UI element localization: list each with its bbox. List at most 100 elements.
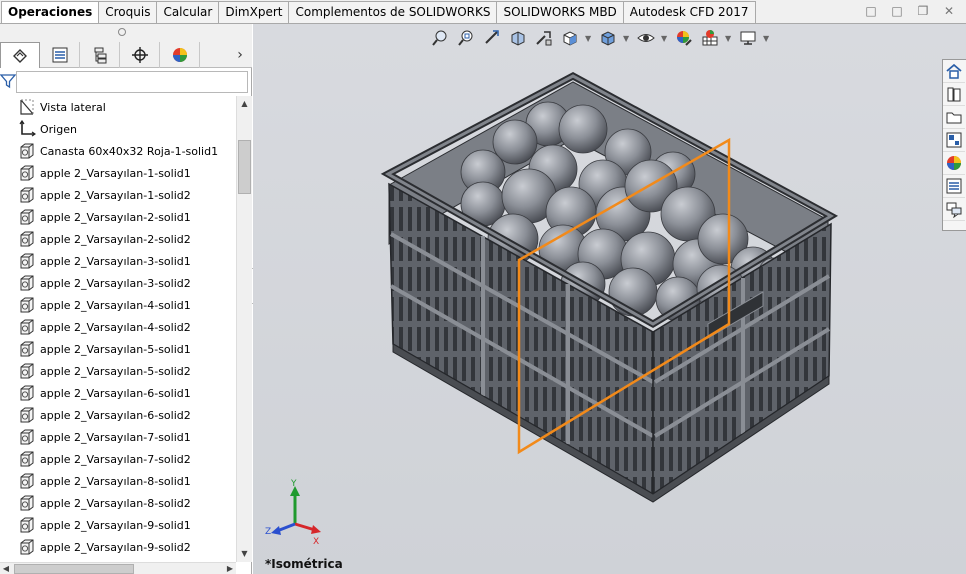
solid-body-icon [18, 472, 36, 490]
tree-item-label: Vista lateral [40, 100, 106, 114]
appearances-tab[interactable] [943, 152, 965, 175]
filter-row [0, 70, 250, 94]
dimxpert-manager-tab[interactable] [120, 42, 160, 68]
zoom-to-fit-button[interactable] [429, 27, 451, 49]
tab-complementos-de-solidworks[interactable]: Complementos de SOLIDWORKS [288, 1, 498, 23]
restore-window-icon[interactable]: ❐ [914, 3, 932, 19]
view-orientation-button[interactable] [559, 27, 581, 49]
hide-show-items-button[interactable] [635, 27, 657, 49]
hide-show-dropdown-icon[interactable]: ▼ [661, 34, 669, 43]
forum-tab[interactable] [943, 198, 965, 221]
view-settings-dropdown-icon[interactable]: ▼ [763, 34, 771, 43]
view-palette-tab[interactable] [943, 129, 965, 152]
apply-scene-button[interactable] [699, 27, 721, 49]
tree-item-label: apple 2_Varsayılan-3-solid2 [40, 276, 191, 290]
tree-item[interactable]: apple 2_Varsayılan-5-solid1 [0, 338, 236, 360]
tree-item[interactable]: apple 2_Varsayılan-6-solid1 [0, 382, 236, 404]
tree-item[interactable]: apple 2_Varsayılan-2-solid2 [0, 228, 236, 250]
tree-item[interactable]: Origen [0, 118, 236, 140]
configuration-manager-icon [94, 47, 106, 64]
scroll-down-arrow-icon[interactable]: ▼ [237, 546, 252, 562]
solidworks-resources-tab[interactable] [943, 60, 965, 83]
display-style-icon [601, 31, 615, 46]
tree-item[interactable]: apple 2_Varsayılan-8-solid2 [0, 492, 236, 514]
filter-icon[interactable] [0, 73, 16, 89]
tree-item[interactable]: apple 2_Varsayılan-8-solid1 [0, 470, 236, 492]
tree-item-label: apple 2_Varsayılan-4-solid2 [40, 320, 191, 334]
tree-item[interactable]: apple 2_Varsayılan-1-solid2 [0, 184, 236, 206]
more-tabs-chevron-icon[interactable]: › [228, 42, 252, 67]
configuration-manager-tab[interactable] [80, 42, 120, 68]
dynamic-annotation-button[interactable] [533, 27, 555, 49]
tree-item-label: apple 2_Varsayılan-9-solid2 [40, 540, 191, 554]
appearances-icon [947, 156, 961, 170]
scroll-right-arrow-icon[interactable]: ▶ [224, 563, 236, 574]
custom-properties-tab[interactable] [943, 175, 965, 198]
apply-scene-dropdown-icon[interactable]: ▼ [725, 34, 733, 43]
crosshair-icon [131, 47, 148, 63]
close-window-icon[interactable]: ✕ [940, 3, 958, 19]
section-view-button[interactable] [507, 27, 529, 49]
zoom-to-area-button[interactable] [455, 27, 477, 49]
view-palette-icon [946, 132, 962, 148]
apply-scene-icon [702, 30, 718, 46]
tree-item[interactable]: apple 2_Varsayılan-5-solid2 [0, 360, 236, 382]
tree-item-label: apple 2_Varsayılan-1-solid2 [40, 188, 191, 202]
tree-vertical-scrollbar[interactable]: ▲ ▼ [236, 96, 252, 562]
previous-window-icon[interactable]: □ [862, 3, 880, 19]
heads-up-view-toolbar: ▼ ▼ ▼ ▼ ▼ [429, 27, 771, 49]
file-explorer-tab[interactable] [943, 106, 965, 129]
tree-item-label: apple 2_Varsayılan-7-solid2 [40, 452, 191, 466]
view-orientation-label: *Isométrica [265, 557, 343, 571]
zoom-to-fit-icon [432, 30, 447, 46]
tab-operaciones[interactable]: Operaciones [1, 1, 100, 23]
tab-solidworks-mbd[interactable]: SOLIDWORKS MBD [496, 1, 624, 23]
tree-item[interactable]: apple 2_Varsayılan-3-solid1 [0, 250, 236, 272]
tree-item-label: Origen [40, 122, 77, 136]
plane-icon [18, 98, 36, 116]
display-style-button[interactable] [597, 27, 619, 49]
graphics-viewport[interactable]: Y X Z ▼ ▼ ▼ ▼ ▼ *Isométrica [253, 24, 966, 574]
tree-item[interactable]: apple 2_Varsayılan-4-solid2 [0, 316, 236, 338]
property-manager-tab[interactable] [40, 42, 80, 68]
folder-icon [946, 112, 962, 124]
scroll-thumb[interactable] [238, 140, 251, 194]
tree-item[interactable]: apple 2_Varsayılan-3-solid2 [0, 272, 236, 294]
axis-z-label: Z [265, 527, 271, 537]
view-settings-button[interactable] [737, 27, 759, 49]
tree-item[interactable]: apple 2_Varsayılan-9-solid2 [0, 536, 236, 558]
view-orientation-dropdown-icon[interactable]: ▼ [585, 34, 593, 43]
origin-icon [18, 119, 37, 138]
tab-calcular[interactable]: Calcular [156, 1, 220, 23]
design-library-tab[interactable] [943, 83, 965, 106]
tree-item[interactable]: apple 2_Varsayılan-7-solid2 [0, 448, 236, 470]
tree-item[interactable]: apple 2_Varsayılan-4-solid1 [0, 294, 236, 316]
scroll-left-arrow-icon[interactable]: ◀ [0, 563, 12, 574]
scroll-up-arrow-icon[interactable]: ▲ [237, 96, 252, 112]
tree-item-label: apple 2_Varsayılan-3-solid1 [40, 254, 191, 268]
edit-appearance-button[interactable] [673, 27, 695, 49]
tree-item[interactable]: Vista lateral [0, 96, 236, 118]
tab-croquis[interactable]: Croquis [98, 1, 158, 23]
tab-autodesk-cfd-2017[interactable]: Autodesk CFD 2017 [622, 1, 756, 23]
tree-item[interactable]: apple 2_Varsayılan-7-solid1 [0, 426, 236, 448]
tree-item[interactable]: apple 2_Varsayılan-6-solid2 [0, 404, 236, 426]
feature-manager-tab[interactable] [0, 42, 40, 68]
tree-item-label: apple 2_Varsayılan-2-solid2 [40, 232, 191, 246]
next-window-icon[interactable]: □ [888, 3, 906, 19]
previous-view-button[interactable] [481, 27, 503, 49]
display-style-dropdown-icon[interactable]: ▼ [623, 34, 631, 43]
tree-item[interactable]: apple 2_Varsayılan-9-solid1 [0, 514, 236, 536]
tree-item[interactable]: Canasta 60x40x32 Roja-1-solid1 [0, 140, 236, 162]
tree-horizontal-scrollbar[interactable]: ◀ ▶ [0, 562, 236, 574]
horizontal-scroll-thumb[interactable] [14, 564, 134, 574]
panel-grip[interactable] [0, 24, 252, 42]
tree-item-label: apple 2_Varsayılan-5-solid1 [40, 342, 191, 356]
filter-input[interactable] [16, 71, 248, 93]
crate-model[interactable]: Y X Z [253, 24, 966, 574]
view-orientation-icon [563, 31, 577, 46]
tree-item[interactable]: apple 2_Varsayılan-1-solid1 [0, 162, 236, 184]
tree-item[interactable]: apple 2_Varsayılan-2-solid1 [0, 206, 236, 228]
tab-dimxpert[interactable]: DimXpert [218, 1, 290, 23]
display-manager-tab[interactable] [160, 42, 200, 68]
